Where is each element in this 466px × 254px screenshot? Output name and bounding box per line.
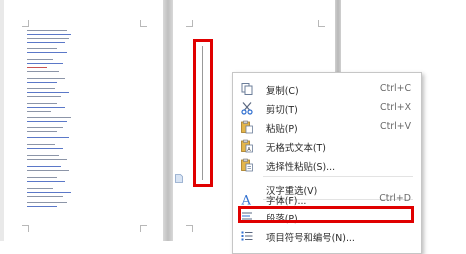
selection-highlight-box [193,39,213,187]
menu-item-shortcut: Ctrl+V [380,121,411,132]
menu-item-label: 项目符号和编号(N)... [266,233,355,244]
paste-special-icon [241,158,253,172]
menu-item-paste-plain-text[interactable]: A 无格式文本(T) [233,136,421,156]
menu-item-cut[interactable]: 剪切(T) Ctrl+X [233,98,421,118]
menu-item-paste-special[interactable]: 选择性粘贴(S)... [233,155,421,175]
paste-icon [241,120,253,134]
menu-item-shortcut: Ctrl+X [380,102,411,113]
menu-item-shortcut: Ctrl+C [379,83,411,94]
page-corner-mark [186,225,193,232]
paragraph-mark-icon [175,174,183,183]
menu-item-shortcut: Ctrl+D [379,193,411,204]
menu-item-paste[interactable]: 粘贴(P) Ctrl+V [233,117,421,137]
page-corner-mark [22,225,29,232]
menu-item-label: 无格式文本(T) [266,143,326,154]
page-corner-mark [318,20,325,27]
context-menu: 复制(C) Ctrl+C 剪切(T) Ctrl+X 粘贴(P) Ctrl+V A… [232,72,422,254]
text-cursor [202,46,203,180]
page-corner-mark [22,20,29,27]
menu-item-label: 复制(C) [266,86,299,97]
menu-item-bullets-numbering[interactable]: 项目符号和编号(N)... [233,226,421,246]
document-page-left[interactable] [4,0,163,241]
menu-item-label: 字体(F)... [266,196,307,207]
svg-text:A: A [241,194,252,207]
font-icon: A [241,194,252,207]
menu-item-label: 选择性粘贴(S)... [266,162,336,173]
menu-item-copy[interactable]: 复制(C) Ctrl+C [233,79,421,99]
svg-text:A: A [247,147,251,153]
menu-item-label: 剪切(T) [266,105,298,116]
scissors-icon [241,102,253,115]
paste-text-icon: A [241,139,253,153]
copy-icon [241,83,253,95]
page-corner-mark [140,225,147,232]
page-separator [163,0,173,241]
menu-separator [263,176,413,177]
page-corner-mark [140,20,147,27]
menu-item-label: 粘贴(P) [266,124,298,135]
page-corner-mark [186,20,193,27]
paragraph-highlight-box [238,206,414,223]
